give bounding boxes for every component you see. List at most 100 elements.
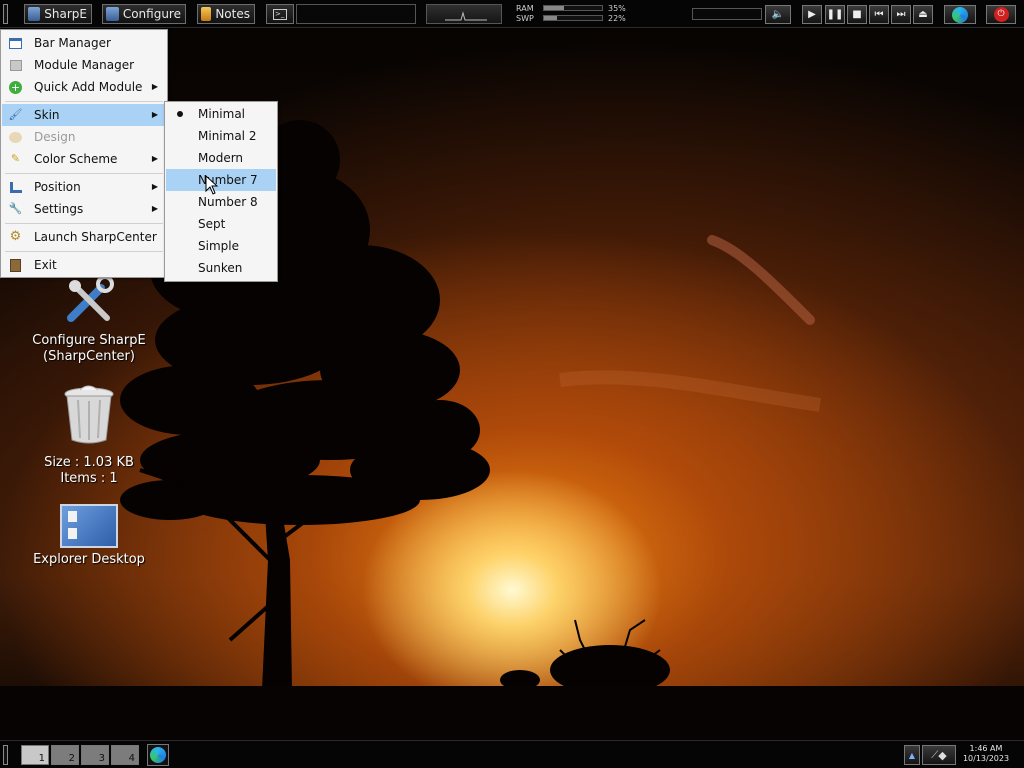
menu-item-position[interactable]: Position ▶ bbox=[2, 176, 166, 198]
previous-button[interactable]: ⏮ bbox=[869, 5, 889, 24]
swp-meter-fill bbox=[544, 16, 557, 20]
explorer-desktop-label: Explorer Desktop bbox=[33, 552, 145, 567]
tray-up-arrow-icon: ▲ bbox=[908, 750, 916, 760]
submenu-arrow-icon: ▶ bbox=[151, 82, 158, 91]
position-icon bbox=[8, 180, 23, 194]
tray-expand-button[interactable]: ▲ bbox=[904, 745, 920, 765]
pause-button[interactable]: ❚❚ bbox=[825, 5, 845, 24]
skin-item-minimal[interactable]: Minimal bbox=[166, 103, 276, 125]
sharpe-button[interactable]: SharpE bbox=[24, 4, 92, 24]
sharpe-icon bbox=[28, 7, 41, 21]
menu-item-module-manager[interactable]: Module Manager bbox=[2, 54, 166, 76]
next-button[interactable]: ⏭ bbox=[891, 5, 911, 24]
clock[interactable]: 1:46 AM 10/13/2023 bbox=[956, 744, 1016, 764]
menu-item-color-scheme[interactable]: ✎ Color Scheme ▶ bbox=[2, 148, 166, 170]
wrench-icon: 🔧 bbox=[8, 202, 23, 215]
skin-item-number-7[interactable]: Number 7 bbox=[166, 169, 276, 191]
menu-item-bar-manager[interactable]: Bar Manager bbox=[2, 32, 166, 54]
cpu-graph bbox=[426, 4, 502, 24]
skin-item-modern[interactable]: Modern bbox=[166, 147, 276, 169]
tray-icons[interactable]: ⟋ ◆ bbox=[922, 745, 956, 765]
submenu-arrow-icon: ▶ bbox=[151, 154, 158, 163]
configure-sharpe-shortcut[interactable]: Configure SharpE (SharpCenter) bbox=[24, 272, 154, 365]
menu-item-skin[interactable]: 🖌 Skin ▶ bbox=[2, 104, 166, 126]
menu-separator bbox=[5, 101, 163, 102]
mouse-cursor-icon bbox=[205, 175, 219, 195]
workspace-3[interactable]: 3 bbox=[81, 745, 109, 765]
recycle-bin-size: Size : 1.03 KB bbox=[44, 455, 134, 470]
power-icon: ⏻ bbox=[993, 7, 1009, 22]
bar-handle-left[interactable] bbox=[3, 4, 8, 24]
skin-submenu: Minimal Minimal 2 Modern Number 7 Number… bbox=[164, 101, 278, 282]
cpu-graph-line bbox=[445, 11, 487, 21]
brush-icon: 🖌 bbox=[8, 108, 23, 121]
swp-percent: 22% bbox=[608, 14, 626, 23]
swp-label: SWP bbox=[516, 14, 534, 23]
volume-slider[interactable] bbox=[692, 8, 762, 20]
explorer-desktop-shortcut[interactable]: Explorer Desktop bbox=[24, 504, 154, 568]
menu-separator bbox=[5, 173, 163, 174]
radio-checked-icon bbox=[177, 111, 183, 117]
pencil-icon: ✎ bbox=[10, 152, 21, 165]
ram-percent: 35% bbox=[608, 4, 626, 13]
menu-item-settings[interactable]: 🔧 Settings ▶ bbox=[2, 198, 166, 220]
ram-meter-fill bbox=[544, 6, 565, 10]
workspace-1[interactable]: 1 bbox=[21, 745, 49, 765]
submenu-arrow-icon: ▶ bbox=[151, 204, 158, 213]
plus-icon: + bbox=[9, 80, 22, 94]
power-button[interactable]: ⏻ bbox=[986, 5, 1016, 24]
submenu-arrow-icon: ▶ bbox=[151, 110, 158, 119]
ram-label: RAM bbox=[516, 4, 534, 13]
recycle-bin-items: Items : 1 bbox=[60, 471, 118, 486]
taskbar-edge-app[interactable] bbox=[147, 744, 169, 766]
workspace-2[interactable]: 2 bbox=[51, 745, 79, 765]
clock-date: 10/13/2023 bbox=[962, 754, 1010, 763]
next-icon: ⏭ bbox=[896, 9, 906, 20]
recycle-bin[interactable]: Size : 1.03 KB Items : 1 bbox=[24, 384, 154, 487]
previous-icon: ⏮ bbox=[874, 9, 884, 20]
stop-icon: ■ bbox=[852, 9, 862, 20]
ram-meter bbox=[543, 5, 603, 11]
menu-item-design: Design bbox=[2, 126, 166, 148]
command-input[interactable] bbox=[296, 4, 416, 24]
bottom-taskbar: 1 2 3 4 ▲ ⟋ ◆ 1:46 AM 10/13/2023 bbox=[0, 740, 1024, 768]
edge-icon bbox=[952, 6, 968, 23]
sharpe-main-menu: Bar Manager Module Manager + Quick Add M… bbox=[0, 29, 168, 278]
skin-item-sunken[interactable]: Sunken bbox=[166, 257, 276, 279]
run-command-button[interactable]: >_ bbox=[266, 4, 294, 24]
edge-browser-button[interactable] bbox=[944, 5, 976, 24]
skin-item-minimal-2[interactable]: Minimal 2 bbox=[166, 125, 276, 147]
bar-handle-left[interactable] bbox=[3, 745, 8, 765]
workspace-4[interactable]: 4 bbox=[111, 745, 139, 765]
clock-time: 1:46 AM bbox=[969, 744, 1003, 753]
explorer-desktop-icon bbox=[60, 504, 118, 548]
notes-button[interactable]: Notes bbox=[197, 4, 255, 24]
configure-icon bbox=[106, 7, 119, 21]
gear-icon: ⚙ bbox=[9, 229, 22, 244]
palette-icon bbox=[8, 130, 23, 144]
mute-button[interactable]: 🔈 bbox=[765, 5, 791, 24]
eject-button[interactable]: ⏏ bbox=[913, 5, 933, 24]
top-bar: SharpE Configure Notes >_ RAM SWP 35% 22… bbox=[0, 0, 1024, 28]
configure-button[interactable]: Configure bbox=[102, 4, 186, 24]
recycle-bin-icon bbox=[64, 385, 114, 444]
swp-meter bbox=[543, 15, 603, 21]
skin-item-sept[interactable]: Sept bbox=[166, 213, 276, 235]
skin-item-simple[interactable]: Simple bbox=[166, 235, 276, 257]
menu-item-exit[interactable]: Exit bbox=[2, 254, 166, 276]
menu-separator bbox=[5, 251, 163, 252]
menu-item-launch-sharpcenter[interactable]: ⚙ Launch SharpCenter bbox=[2, 226, 166, 248]
stop-button[interactable]: ■ bbox=[847, 5, 867, 24]
eject-icon: ⏏ bbox=[918, 9, 928, 20]
bar-manager-icon bbox=[8, 36, 23, 50]
network-icon: ⟋ bbox=[931, 749, 939, 761]
play-button[interactable]: ▶ bbox=[802, 5, 822, 24]
configure-shortcut-sublabel: (SharpCenter) bbox=[43, 349, 135, 364]
submenu-arrow-icon: ▶ bbox=[151, 182, 158, 191]
terminal-icon: >_ bbox=[273, 8, 287, 20]
menu-item-quick-add-module[interactable]: + Quick Add Module ▶ bbox=[2, 76, 166, 98]
speaker-icon: 🔈 bbox=[771, 9, 785, 20]
ground bbox=[0, 686, 1024, 746]
exit-door-icon bbox=[8, 258, 23, 272]
skin-item-number-8[interactable]: Number 8 bbox=[166, 191, 276, 213]
